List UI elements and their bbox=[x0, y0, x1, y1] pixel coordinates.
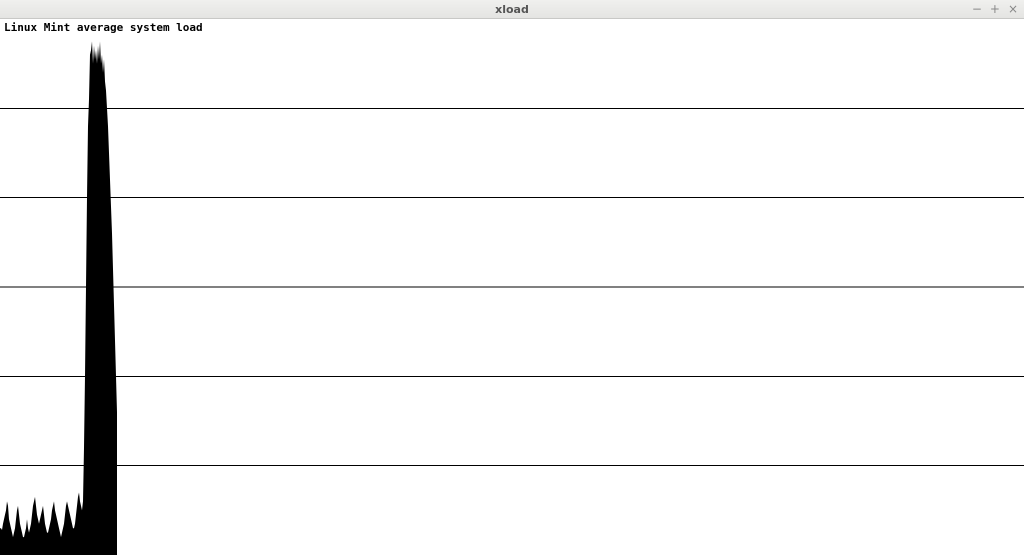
xload-content: Linux Mint average system load bbox=[0, 19, 1024, 555]
window-title: xload bbox=[495, 3, 529, 16]
maximize-icon[interactable]: + bbox=[990, 0, 1000, 18]
close-icon[interactable]: × bbox=[1008, 0, 1018, 18]
load-graph bbox=[0, 19, 1024, 555]
window-titlebar: xload − + × bbox=[0, 0, 1024, 19]
minimize-icon[interactable]: − bbox=[972, 0, 982, 18]
window-controls: − + × bbox=[972, 0, 1018, 18]
